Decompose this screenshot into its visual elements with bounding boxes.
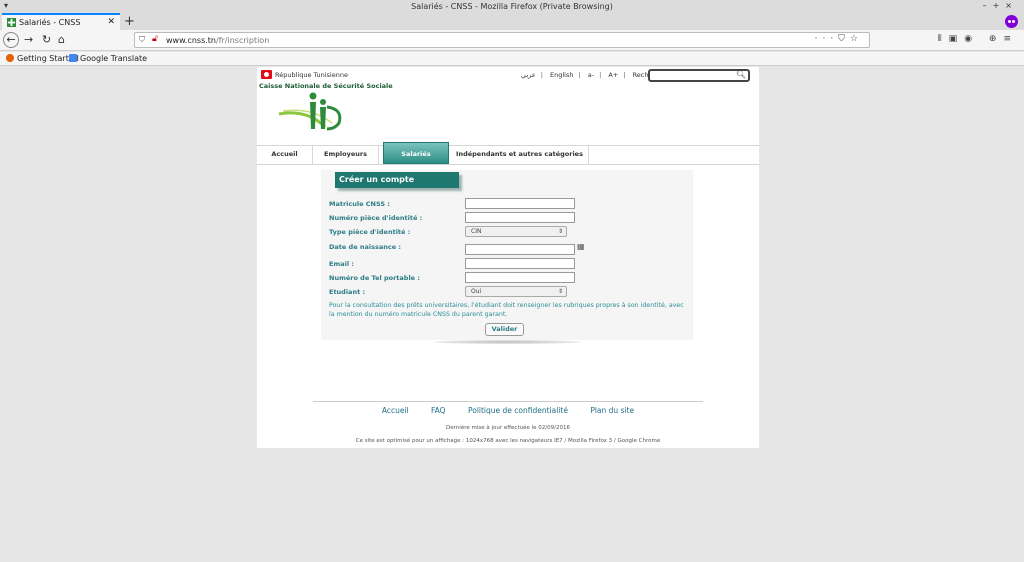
student-select[interactable]: Oui bbox=[465, 286, 567, 297]
web-page: République Tunisienne Caisse Nationale d… bbox=[257, 67, 759, 448]
form-shadow bbox=[433, 340, 581, 344]
piece-type-select[interactable]: CIN bbox=[465, 226, 567, 237]
home-icon[interactable]: ⌂ bbox=[58, 33, 65, 46]
font-smaller-link[interactable]: a- bbox=[588, 71, 594, 79]
bookmarks-toolbar: Getting Started Google Translate bbox=[0, 52, 1024, 66]
student-label: Etudiant : bbox=[329, 288, 366, 296]
cnss-favicon-icon bbox=[7, 18, 16, 27]
google-translate-icon bbox=[69, 54, 77, 62]
footer-link-accueil[interactable]: Accueil bbox=[382, 406, 409, 415]
student-note: Pour la consultation des prêts universit… bbox=[329, 302, 684, 318]
address-bar[interactable]: ⛉ 🔓︎ www.cnss.tn/fr/inscription ···⛉☆ bbox=[134, 32, 870, 48]
url-text[interactable]: www.cnss.tn/fr/inscription bbox=[166, 36, 269, 45]
footer-link-privacy[interactable]: Politique de confidentialité bbox=[468, 406, 568, 415]
tab-salaries-cnss[interactable]: Salariés - CNSS ✕ bbox=[2, 13, 120, 30]
window-controls[interactable]: –+× bbox=[983, 1, 1018, 10]
reload-icon[interactable]: ↻ bbox=[42, 33, 51, 46]
font-larger-link[interactable]: A+ bbox=[608, 71, 618, 79]
validate-button[interactable]: Valider bbox=[485, 323, 524, 336]
navigation-toolbar: ← → ↻ ⌂ ⛉ 🔓︎ www.cnss.tn/fr/inscription … bbox=[0, 30, 1024, 51]
menu-item-employeurs[interactable]: Employeurs bbox=[313, 146, 379, 165]
footer-link-faq[interactable]: FAQ bbox=[431, 406, 446, 415]
footer-links: Accueil FAQ Politique de confidentialité… bbox=[257, 406, 759, 415]
bookmark-getting-started[interactable]: Getting Started bbox=[6, 54, 79, 63]
piece-type-label: Type pièce d'identité : bbox=[329, 228, 411, 236]
tab-label: Salariés - CNSS bbox=[19, 18, 81, 27]
republic-label: République Tunisienne bbox=[275, 71, 348, 79]
firefox-icon bbox=[6, 54, 14, 62]
cnss-logo[interactable] bbox=[277, 89, 349, 139]
footer-divider bbox=[313, 401, 703, 402]
create-account-form: Créer un compte Matricule CNSS : Numéro … bbox=[321, 170, 693, 340]
birth-date-input[interactable] bbox=[465, 244, 575, 255]
birth-date-label: Date de naissance : bbox=[329, 243, 402, 251]
calendar-icon[interactable]: ▦ bbox=[577, 242, 586, 252]
email-label: Email : bbox=[329, 260, 354, 268]
matricule-label: Matricule CNSS : bbox=[329, 200, 390, 208]
main-menu: Accueil Employeurs Salariés Indépendants… bbox=[257, 142, 759, 165]
piece-num-input[interactable] bbox=[465, 212, 575, 223]
menu-item-independants[interactable]: Indépendants et autres catégories bbox=[451, 146, 589, 165]
footer-link-sitemap[interactable]: Plan du site bbox=[590, 406, 634, 415]
arabic-link[interactable]: عربي bbox=[521, 71, 536, 79]
toolbar-icons[interactable]: ⫴▣◉ ⊕≡ bbox=[938, 34, 1018, 44]
tab-bar: Salariés - CNSS ✕ + bbox=[0, 13, 1024, 30]
bookmark-google-translate[interactable]: Google Translate bbox=[69, 54, 147, 63]
email-input[interactable] bbox=[465, 258, 575, 269]
menu-item-accueil[interactable]: Accueil bbox=[257, 146, 313, 165]
tracking-shield-icon[interactable]: ⛉ bbox=[139, 35, 145, 45]
english-link[interactable]: English bbox=[550, 71, 573, 79]
menu-item-salaries[interactable]: Salariés bbox=[383, 142, 449, 164]
optimization-text: Ce site est optimisé pour un affichage :… bbox=[355, 438, 661, 444]
phone-input[interactable] bbox=[465, 272, 575, 283]
tunisia-flag-icon bbox=[261, 70, 272, 79]
phone-label: Numéro de Tel portable : bbox=[329, 274, 420, 282]
matricule-input[interactable] bbox=[465, 198, 575, 209]
back-icon[interactable]: ← bbox=[3, 32, 19, 48]
tab-close-icon[interactable]: ✕ bbox=[107, 17, 115, 27]
window-titlebar: ▾ Salariés - CNSS - Mozilla Firefox (Pri… bbox=[0, 0, 1024, 13]
last-update-text: Dernière mise à jour effectuée le 02/09/… bbox=[446, 425, 570, 431]
private-browsing-icon bbox=[1005, 15, 1018, 28]
form-title: Créer un compte bbox=[335, 172, 459, 188]
page-actions[interactable]: ···⛉☆ bbox=[815, 34, 863, 44]
new-tab-icon[interactable]: + bbox=[124, 14, 135, 29]
forward-icon[interactable]: → bbox=[24, 33, 33, 46]
piece-num-label: Numéro pièce d'identité : bbox=[329, 214, 423, 222]
search-input[interactable]: 🔍︎ bbox=[648, 69, 750, 82]
search-icon[interactable]: 🔍︎ bbox=[736, 70, 746, 79]
insecure-lock-icon[interactable]: 🔓︎ bbox=[152, 34, 158, 44]
window-title: Salariés - CNSS - Mozilla Firefox (Priva… bbox=[411, 2, 613, 11]
